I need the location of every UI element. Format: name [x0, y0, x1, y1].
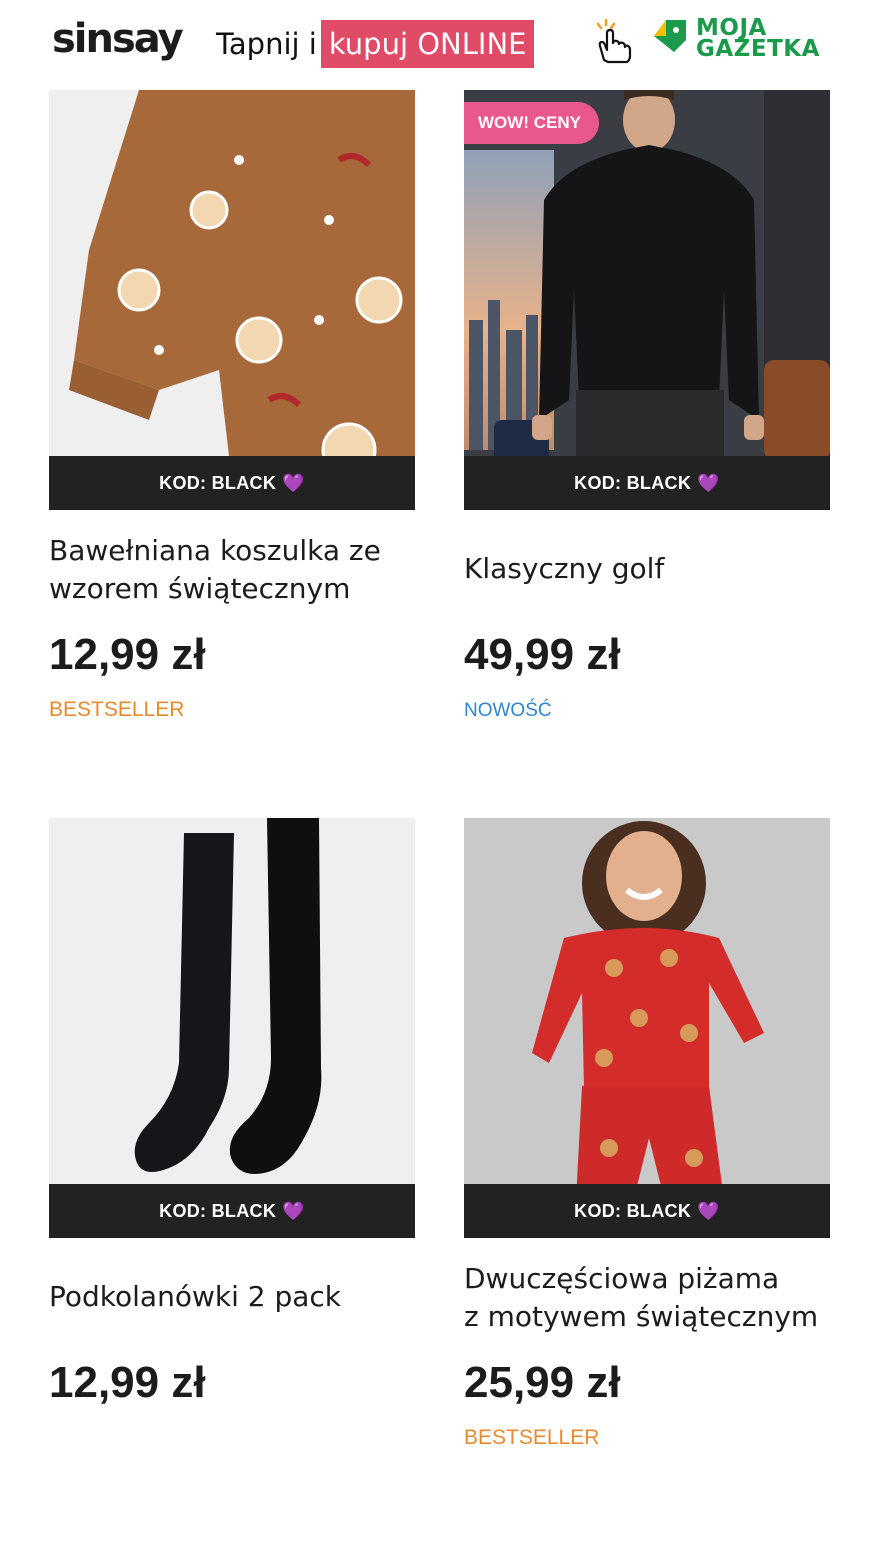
purple-heart-icon: 💜 — [697, 472, 720, 493]
product-name[interactable]: Bawełniana koszulka ze wzorem świąteczny… — [49, 532, 429, 608]
product-image-golf[interactable]: WOW! CENY KOD: BLACK 💜 — [464, 90, 830, 510]
product-name-line2: wzorem świątecznym — [49, 572, 351, 605]
product-name-line2: z motywem świątecznym — [464, 1300, 819, 1333]
product-card[interactable]: KOD: BLACK 💜 Bawełniana koszulka ze wzor… — [49, 90, 415, 721]
discount-code-bar: KOD: BLACK 💜 — [464, 456, 830, 510]
gazetka-logo-icon[interactable] — [652, 16, 692, 56]
discount-code-label: KOD: BLACK — [159, 1200, 277, 1221]
product-card[interactable]: WOW! CENY KOD: BLACK 💜 Klasyczny golf 49… — [464, 90, 830, 721]
promo-prefix: Tapnij i — [216, 27, 317, 61]
pajamas-photo-illustration — [532, 821, 764, 1238]
product-name[interactable]: Dwuczęściowa piżama z motywem świąteczny… — [464, 1260, 844, 1336]
product-price: 25,99 zł — [464, 1358, 621, 1407]
discount-code-bar: KOD: BLACK 💜 — [49, 456, 415, 510]
product-tag-new: NOWOŚĆ — [464, 700, 552, 721]
product-image-tshirt[interactable]: KOD: BLACK 💜 — [49, 90, 415, 510]
socks-illustration — [134, 818, 322, 1174]
product-name-line1: Bawełniana koszulka ze — [49, 534, 381, 567]
product-tag-bestseller: BESTSELLER — [49, 698, 185, 721]
discount-code-bar: KOD: BLACK 💜 — [464, 1184, 830, 1238]
product-card[interactable]: KOD: BLACK 💜 Dwuczęściowa piżama z motyw… — [464, 818, 830, 1449]
product-name-line1: Dwuczęściowa piżama — [464, 1262, 780, 1295]
product-name[interactable]: Klasyczny golf — [464, 550, 844, 588]
promo-banner[interactable]: Tapnij i kupuj ONLINE — [216, 20, 535, 68]
product-image-socks[interactable]: KOD: BLACK 💜 — [49, 818, 415, 1238]
promo-highlight: kupuj ONLINE — [320, 20, 535, 68]
gazetka-text[interactable]: MOJA GAZETKA — [696, 17, 820, 62]
product-name[interactable]: Podkolanówki 2 pack — [49, 1278, 429, 1316]
brand-logo[interactable]: sinsay — [52, 16, 184, 62]
product-price: 12,99 zł — [49, 1358, 206, 1407]
product-price: 12,99 zł — [49, 630, 206, 679]
product-image-pajamas[interactable]: KOD: BLACK 💜 — [464, 818, 830, 1238]
discount-code-bar: KOD: BLACK 💜 — [49, 1184, 415, 1238]
tshirt-illustration — [69, 90, 415, 478]
discount-code-label: KOD: BLACK — [574, 1200, 692, 1221]
product-name-line1: Podkolanówki 2 pack — [49, 1280, 342, 1313]
discount-code-label: KOD: BLACK — [159, 472, 277, 493]
app-header: sinsay Tapnij i kupuj ONLINE MOJA GAZETK… — [0, 0, 879, 90]
golf-photo-illustration — [464, 90, 830, 510]
gazetka-line2: GAZETKA — [696, 36, 820, 62]
purple-heart-icon: 💜 — [697, 1200, 720, 1221]
hand-tap-icon[interactable] — [590, 16, 634, 64]
product-card[interactable]: KOD: BLACK 💜 Podkolanówki 2 pack 12,99 z… — [49, 818, 415, 1407]
product-tag-bestseller: BESTSELLER — [464, 1426, 600, 1449]
purple-heart-icon: 💜 — [282, 1200, 305, 1221]
product-name-line1: Klasyczny golf — [464, 552, 665, 585]
discount-code-label: KOD: BLACK — [574, 472, 692, 493]
product-price: 49,99 zł — [464, 630, 621, 679]
purple-heart-icon: 💜 — [282, 472, 305, 493]
wow-prices-badge: WOW! CENY — [464, 102, 599, 144]
